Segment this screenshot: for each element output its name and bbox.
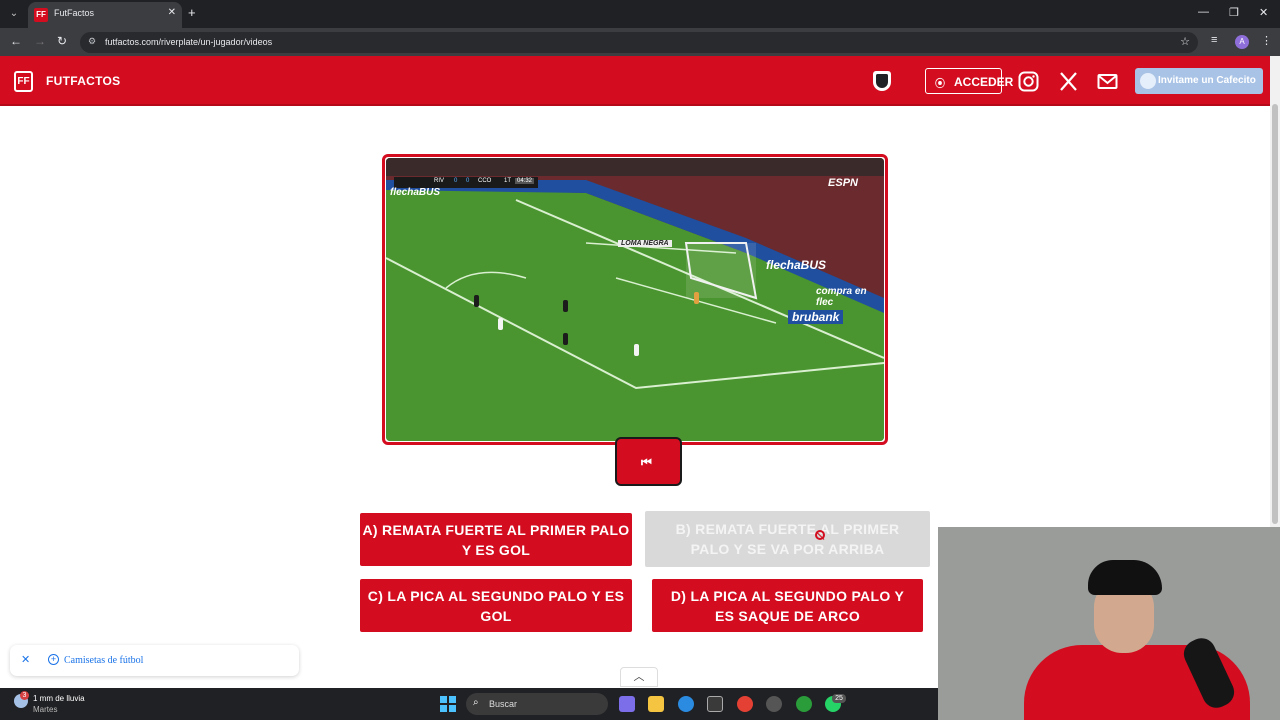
- ad-board: compra en flec: [816, 286, 867, 308]
- answer-b-button[interactable]: B) REMATA FUERTE AL PRIMER PALO Y SE VA …: [645, 511, 930, 567]
- site-info-icon[interactable]: ⚙: [88, 36, 96, 47]
- browser-menu-icon[interactable]: ⋮: [1261, 34, 1272, 47]
- pitch-scene: [386, 158, 884, 441]
- add-icon: +: [48, 654, 59, 665]
- close-icon[interactable]: ✕: [21, 653, 30, 666]
- windows-taskbar: 3 1 mm de lluvia Martes ⌕ Buscar: [0, 688, 938, 720]
- replay-button[interactable]: ⏮: [615, 437, 682, 486]
- store-icon[interactable]: [707, 696, 723, 712]
- search-suggestion[interactable]: ✕ + Camisetas de fútbol: [10, 645, 299, 676]
- url-text[interactable]: futfactos.com/riverplate/un-jugador/vide…: [105, 37, 272, 47]
- cafecito-label: Invitame un Cafecito: [1158, 75, 1256, 86]
- tab-close-icon[interactable]: ✕: [168, 7, 176, 18]
- tab-title: FutFactos: [54, 8, 95, 18]
- weather-temp[interactable]: 1 mm de lluvia: [33, 694, 85, 703]
- profile-avatar[interactable]: A: [1235, 35, 1249, 49]
- suggestion-label[interactable]: Camisetas de fútbol: [64, 655, 143, 666]
- close-window-icon[interactable]: ✕: [1259, 6, 1268, 19]
- answer-a-button[interactable]: A) REMATA FUERTE AL PRIMER PALO Y ES GOL: [360, 513, 632, 566]
- windows-start-icon[interactable]: [440, 696, 456, 712]
- favicon-icon: FF: [34, 8, 48, 22]
- webcam-overlay: [938, 527, 1280, 720]
- search-icon: ⌕: [473, 697, 479, 708]
- file-explorer-icon[interactable]: [648, 696, 664, 712]
- coffee-icon: [1140, 73, 1156, 89]
- bookmark-star-icon[interactable]: ☆: [1180, 35, 1190, 48]
- not-allowed-cursor-icon: [815, 530, 825, 540]
- player: [563, 333, 568, 345]
- goalkeeper: [694, 292, 699, 304]
- login-button[interactable]: ⦿ ACCEDER: [925, 68, 1013, 94]
- score-away: 0: [466, 178, 470, 184]
- video-player[interactable]: RIV 0 0 CCO 1T 04:32 ESPN flechaBUS flec…: [386, 158, 884, 441]
- score-period: 1T: [504, 178, 512, 184]
- search-label: Buscar: [489, 699, 518, 709]
- lock-icon: ⦿: [935, 79, 945, 90]
- login-label: ACCEDER: [954, 75, 1014, 89]
- back-icon[interactable]: ←: [10, 34, 22, 48]
- weather-badge: 3: [20, 691, 29, 700]
- restore-icon[interactable]: ❐: [1229, 6, 1239, 19]
- answer-c-button[interactable]: C) LA PICA AL SEGUNDO PALO Y ES GOL: [360, 579, 632, 632]
- reload-icon[interactable]: ↻: [57, 34, 67, 48]
- futfactos-logo-icon[interactable]: FF: [14, 71, 33, 92]
- club-shield-icon[interactable]: [873, 71, 891, 91]
- forward-icon[interactable]: →: [34, 34, 46, 48]
- tab-search-icon[interactable]: ⌄: [6, 6, 22, 22]
- chrome-icon[interactable]: [737, 696, 753, 712]
- browser-tab[interactable]: FF FutFactos ✕: [28, 2, 182, 28]
- ad-board: brubank: [788, 310, 844, 324]
- chevron-up-icon[interactable]: ︿: [620, 667, 658, 687]
- score-home: 0: [454, 178, 458, 184]
- score-away-team: CCO: [478, 178, 492, 184]
- edge-icon[interactable]: [678, 696, 694, 712]
- player: [634, 344, 639, 356]
- player: [474, 295, 479, 307]
- media-icon[interactable]: ≡: [1211, 34, 1217, 46]
- player: [498, 318, 503, 330]
- taskbar-search[interactable]: ⌕ Buscar: [466, 693, 608, 715]
- answer-d-button[interactable]: D) LA PICA AL SEGUNDO PALO Y ES SAQUE DE…: [652, 579, 923, 632]
- brand-name[interactable]: FUTFACTOS: [46, 74, 120, 88]
- browser-toolbar: ← → ↻ ⚙ futfactos.com/riverplate/un-juga…: [0, 28, 1280, 56]
- page-scrollbar-thumb[interactable]: [1272, 104, 1278, 524]
- cafecito-button[interactable]: Invitame un Cafecito: [1135, 68, 1263, 94]
- weather-day[interactable]: Martes: [33, 705, 57, 714]
- score-clock: 04:32: [515, 178, 535, 184]
- score-home-team: RIV: [434, 178, 445, 184]
- notification-badge: 25: [832, 694, 846, 703]
- broadcaster-logo: ESPN: [828, 177, 858, 189]
- copilot-icon[interactable]: [619, 696, 635, 712]
- mail-icon[interactable]: [1097, 71, 1118, 92]
- minimize-icon[interactable]: —: [1198, 6, 1209, 18]
- ad-board: flechaBUS: [766, 258, 827, 272]
- x-twitter-icon[interactable]: [1058, 71, 1079, 92]
- player: [563, 300, 568, 312]
- instagram-icon[interactable]: [1018, 71, 1039, 92]
- ad-board: LOMA NEGRA: [618, 240, 672, 247]
- browser-tab-bar: ⌄ FF FutFactos ✕ + — ❐ ✕: [0, 0, 1280, 28]
- site-header: FF FUTFACTOS ⦿ ACCEDER Invitame un Cafec…: [0, 56, 1270, 106]
- ad-board: flechaBUS: [390, 187, 441, 198]
- xbox-icon[interactable]: [796, 696, 812, 712]
- new-tab-icon[interactable]: +: [188, 5, 196, 20]
- address-bar[interactable]: ⚙ futfactos.com/riverplate/un-jugador/vi…: [80, 32, 1198, 53]
- obs-icon[interactable]: [766, 696, 782, 712]
- streamer-cap: [1088, 560, 1162, 595]
- rewind-icon: ⏮: [641, 455, 652, 469]
